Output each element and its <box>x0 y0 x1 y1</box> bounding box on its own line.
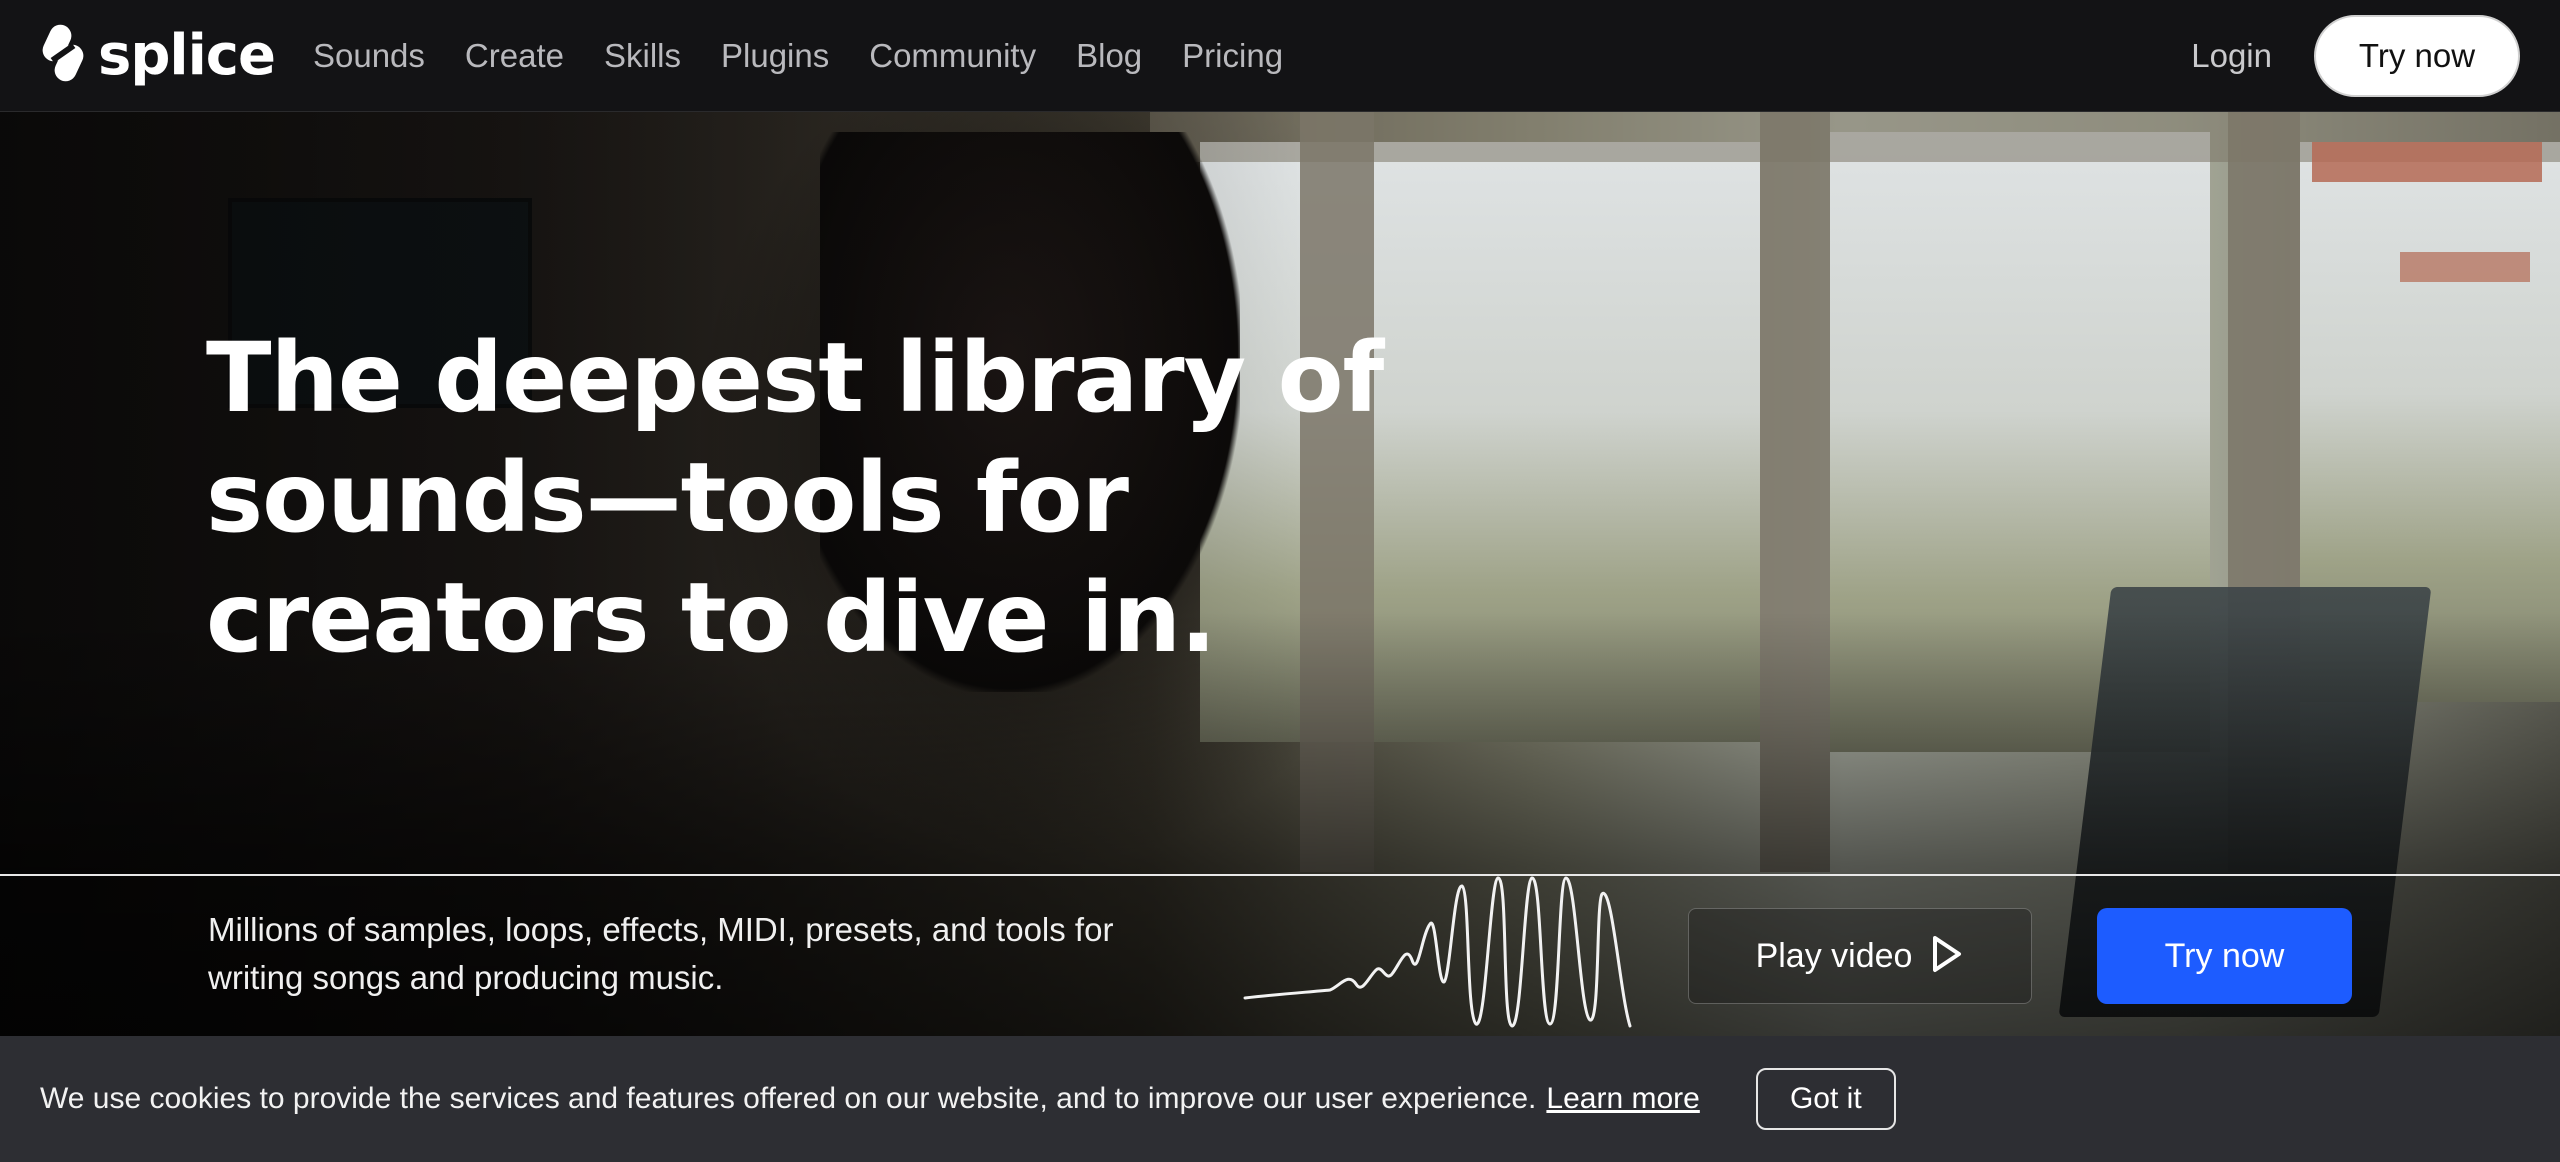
splice-logo-icon <box>40 22 86 89</box>
nav-link-blog[interactable]: Blog <box>1076 37 1142 75</box>
nav-link-create[interactable]: Create <box>465 37 564 75</box>
hero-headline: The deepest library of sounds—tools for … <box>206 322 1384 674</box>
top-nav: splice Sounds Create Skills Plugins Comm… <box>0 0 2560 112</box>
try-now-nav-button[interactable]: Try now <box>2314 14 2520 97</box>
waveform-icon <box>1240 874 1650 1039</box>
login-link[interactable]: Login <box>2191 37 2272 75</box>
cookie-message: We use cookies to provide the services a… <box>40 1082 1537 1115</box>
try-now-hero-button[interactable]: Try now <box>2097 908 2352 1004</box>
play-video-label: Play video <box>1755 936 1913 975</box>
got-it-button[interactable]: Got it <box>1755 1068 1896 1130</box>
cookie-banner: We use cookies to provide the services a… <box>0 1036 2560 1162</box>
logo-text: splice <box>98 23 276 88</box>
red-sign <box>2312 142 2542 182</box>
nav-link-skills[interactable]: Skills <box>604 37 681 75</box>
play-video-button[interactable]: Play video <box>1688 908 2032 1004</box>
nav-link-sounds[interactable]: Sounds <box>313 37 425 75</box>
nav-right: Login Try now <box>2191 14 2520 97</box>
nav-links: Sounds Create Skills Plugins Community B… <box>313 37 1283 75</box>
nav-link-plugins[interactable]: Plugins <box>721 37 829 75</box>
play-icon <box>1930 934 1964 979</box>
splice-logo[interactable]: splice <box>40 22 276 89</box>
red-sign-small <box>2400 252 2530 282</box>
learn-more-link[interactable]: Learn more <box>1546 1082 1699 1116</box>
nav-link-pricing[interactable]: Pricing <box>1182 37 1283 75</box>
nav-link-community[interactable]: Community <box>869 37 1036 75</box>
hero-subtext: Millions of samples, loops, effects, MID… <box>208 911 1114 996</box>
